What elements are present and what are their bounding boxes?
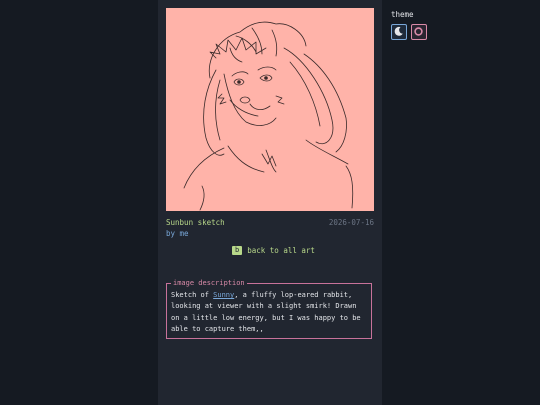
artwork-byline[interactable]: by me — [166, 229, 189, 238]
artwork-title: Sunbun sketch — [166, 218, 225, 227]
artwork-image — [166, 8, 374, 211]
blob-icon — [414, 27, 423, 36]
theme-pink-button[interactable] — [411, 24, 427, 40]
image-description-legend: image description — [171, 279, 247, 287]
description-text-before: Sketch of — [171, 291, 214, 299]
page: Sunbun sketch 2026-07-16 by me b back to… — [0, 0, 540, 405]
back-link-label: back to all art — [247, 246, 315, 255]
theme-dark-button[interactable] — [391, 24, 407, 40]
sunny-link[interactable]: Sunny — [213, 291, 234, 299]
keyboard-shortcut-badge: b — [232, 246, 243, 255]
moon-icon — [394, 26, 403, 36]
image-description-box: image description Sketch of Sunny, a flu… — [166, 279, 372, 339]
back-to-all-art-link[interactable]: b back to all art — [232, 246, 315, 255]
image-description-text: Sketch of Sunny, a fluffy lop-eared rabb… — [171, 290, 367, 335]
artwork-date: 2026-07-16 — [328, 218, 374, 227]
theme-label: theme — [391, 10, 414, 19]
